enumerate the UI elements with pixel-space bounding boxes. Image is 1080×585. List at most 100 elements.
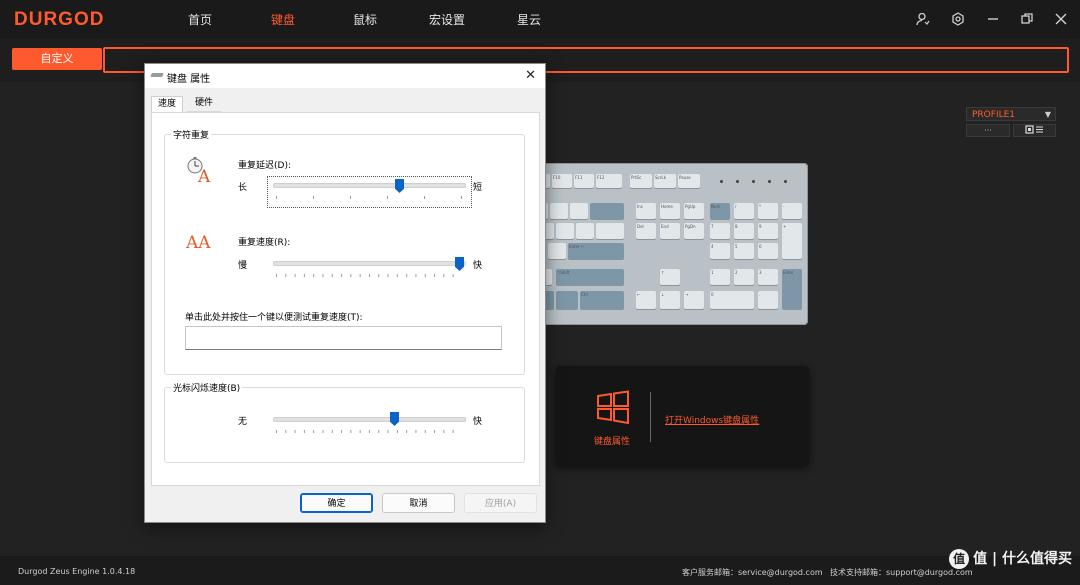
key[interactable]: 3 [758, 269, 778, 285]
nav-macro[interactable]: 宏设置 [429, 11, 465, 28]
key[interactable]: / [734, 203, 754, 219]
profile-select[interactable]: PROFILE1 ▼ [966, 107, 1056, 121]
keyboard-properties-caption: 键盘属性 [594, 437, 631, 447]
key[interactable]: 1 [710, 269, 730, 285]
lighting-toggle-button[interactable] [1013, 124, 1056, 137]
dialog-title-bar: 键盘 属性 ✕ [145, 64, 545, 88]
repeat-rate-track[interactable] [273, 261, 466, 266]
cursor-blink-ticks [276, 430, 462, 433]
key[interactable]: 8 [734, 223, 754, 239]
key[interactable]: F12 [596, 174, 622, 188]
key[interactable]: → [684, 291, 704, 309]
key[interactable] [556, 223, 574, 239]
key[interactable]: ← [636, 291, 656, 309]
key[interactable]: 9 [758, 223, 778, 239]
profile-select-value: PROFILE1 [972, 110, 1016, 120]
key[interactable]: - [782, 203, 802, 219]
keyboard-properties-card[interactable]: 键盘属性 打开Windows键盘属性 [556, 366, 809, 466]
version-text: Durgod Zeus Engine 1.0.4.18 [18, 567, 136, 576]
nav-nebula[interactable]: 星云 [517, 11, 541, 28]
close-icon[interactable] [1054, 12, 1068, 26]
key[interactable]: Enter [782, 269, 802, 309]
cancel-button[interactable]: 取消 [382, 493, 455, 513]
cursor-blink-track[interactable] [273, 417, 466, 422]
key[interactable]: Enter ↵ [568, 243, 624, 259]
key[interactable]: F11 [574, 174, 594, 188]
open-windows-keyboard-properties-link[interactable]: 打开Windows键盘属性 [665, 413, 759, 426]
key[interactable]: PgDn [684, 223, 704, 239]
key[interactable]: 7 [710, 223, 730, 239]
restore-icon[interactable] [1020, 12, 1034, 26]
indicator-led [720, 180, 723, 183]
key[interactable] [570, 203, 588, 219]
key[interactable]: Ctrl [580, 291, 624, 309]
durgod-logo: DURGOD [14, 9, 105, 30]
apply-button[interactable]: 应用(A) [464, 493, 537, 513]
cursor-blink-legend: 光标闪烁速度(B) [171, 381, 243, 394]
key[interactable]: 2 [734, 269, 754, 285]
indicator-led [768, 180, 771, 183]
key[interactable]: 4 [710, 243, 730, 259]
dialog-close-button[interactable]: ✕ [525, 68, 536, 83]
dialog-title: 键盘 属性 [167, 74, 211, 85]
key[interactable]: Ins [636, 203, 656, 219]
user-icon[interactable] [916, 12, 930, 26]
repeat-test-label: 单击此处并按住一个键以便测试重复速度(T): [185, 313, 363, 323]
key[interactable] [550, 203, 568, 219]
key[interactable]: * [758, 203, 778, 219]
nav-home[interactable]: 首页 [188, 11, 212, 28]
speed-tab-panel: 字符重复 A 重复延迟(D): 长 短 AA 重复速度(R): 慢 快 单击此处… [151, 112, 540, 486]
key[interactable] [590, 203, 624, 219]
nav-keyboard[interactable]: 键盘 [271, 11, 295, 28]
minimize-icon[interactable] [986, 12, 1000, 26]
key[interactable]: End [660, 223, 680, 239]
profile-more-button[interactable]: ··· [966, 124, 1010, 137]
repeat-rate-ticks [276, 274, 462, 277]
key[interactable]: ScrLk [654, 174, 676, 188]
repeat-delay-label: 重复延迟(D): [238, 161, 291, 171]
tab-speed[interactable]: 速度 [151, 96, 183, 112]
footer: Durgod Zeus Engine 1.0.4.18 客户服务邮箱：servi… [0, 556, 1080, 585]
key[interactable]: 6 [758, 243, 778, 259]
key[interactable]: PgUp [684, 203, 704, 219]
repeat-delay-track[interactable] [273, 183, 466, 188]
key[interactable]: Num [710, 203, 730, 219]
key[interactable]: 0 [710, 291, 754, 309]
repeat-delay-long-label: 长 [238, 183, 248, 193]
key[interactable] [576, 223, 594, 239]
key[interactable]: + [782, 223, 802, 259]
key[interactable]: Del [636, 223, 656, 239]
key[interactable]: ↑ [660, 269, 680, 285]
repeat-rate-icon: AA [186, 233, 211, 253]
chevron-down-icon: ▼ [1044, 110, 1051, 119]
watermark-badge-icon: 值 [949, 549, 970, 569]
settings-icon[interactable] [951, 12, 965, 26]
key[interactable] [556, 291, 578, 309]
key[interactable]: F10 [552, 174, 572, 188]
key[interactable]: PrtSc [630, 174, 652, 188]
key[interactable]: . [758, 291, 778, 309]
keyboard-properties-dialog: 键盘 属性 ✕ 速度 硬件 字符重复 A 重复延迟(D): 长 短 AA 重复速… [144, 63, 546, 523]
key[interactable]: Pause [678, 174, 700, 188]
tab-hardware[interactable]: 硬件 [187, 96, 221, 112]
key[interactable]: Home [660, 203, 680, 219]
key[interactable]: ⇧Shift [556, 269, 624, 285]
repeat-delay-icon: A [187, 157, 211, 184]
nav-mouse[interactable]: 鼠标 [353, 11, 377, 28]
repeat-delay-short-label: 短 [473, 183, 483, 193]
lighting-icon [1024, 125, 1043, 134]
indicator-led [736, 180, 739, 183]
repeat-test-input[interactable] [185, 326, 502, 350]
cursor-blink-none-label: 无 [238, 417, 248, 427]
card-divider [650, 392, 651, 442]
key[interactable]: ↓ [660, 291, 680, 309]
custom-button[interactable]: 自定义 [12, 48, 102, 70]
windows-logo-icon [597, 390, 629, 424]
repeat-delay-focus [267, 176, 472, 208]
key[interactable]: 5 [734, 243, 754, 259]
ok-button[interactable]: 确定 [300, 493, 373, 513]
indicator-led [752, 180, 755, 183]
key[interactable] [548, 243, 566, 259]
key[interactable] [596, 223, 624, 239]
service-email[interactable]: 客户服务邮箱：service@durgod.com [682, 567, 823, 578]
